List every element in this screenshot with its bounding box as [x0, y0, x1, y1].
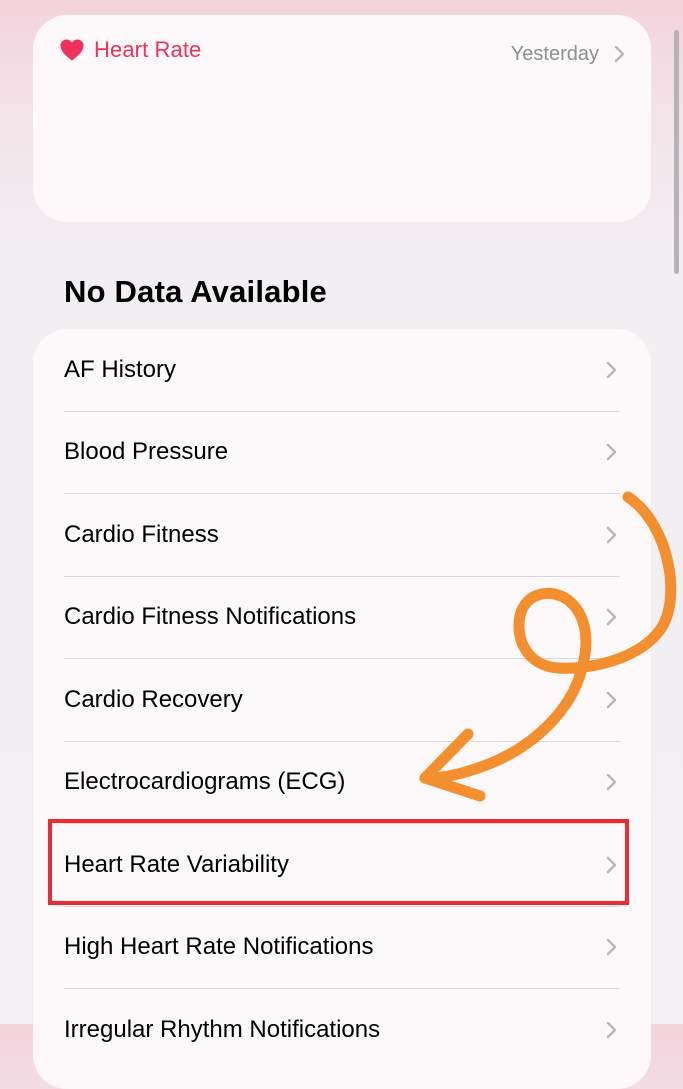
list-item-heart-rate-variability[interactable]: Heart Rate Variability [33, 824, 651, 907]
date-label: Yesterday [510, 43, 599, 65]
chevron-right-icon [606, 938, 617, 956]
list-item-label: High Heart Rate Notifications [64, 933, 374, 960]
list-item-label: Blood Pressure [64, 438, 229, 465]
section-title: No Data Available [64, 274, 327, 309]
list-item-label: AF History [64, 356, 177, 383]
chevron-right-icon [606, 856, 617, 874]
no-data-list: AF History Blood Pressure Cardio Fitness… [33, 329, 651, 1089]
list-item-label: Cardio Fitness [64, 521, 219, 548]
list-item-label: Cardio Fitness Notifications [64, 603, 357, 630]
list-item-irregular-rhythm-notifications[interactable]: Irregular Rhythm Notifications [33, 989, 651, 1072]
chevron-right-icon [606, 443, 617, 461]
list-item-af-history[interactable]: AF History [33, 329, 651, 412]
list-item-label: Irregular Rhythm Notifications [64, 1016, 381, 1043]
heart-icon [60, 39, 84, 61]
chevron-right-icon [606, 361, 617, 379]
chevron-right-icon [606, 691, 617, 709]
list-item-high-heart-rate-notifications[interactable]: High Heart Rate Notifications [33, 906, 651, 989]
heart-rate-card[interactable]: Heart Rate Yesterday [33, 15, 651, 222]
list-item-blood-pressure[interactable]: Blood Pressure [33, 411, 651, 494]
list-item-label: Electrocardiograms (ECG) [64, 768, 346, 795]
heart-rate-title: Heart Rate [94, 37, 202, 62]
heart-rate-header: Heart Rate [60, 37, 201, 63]
list-item-electrocardiograms[interactable]: Electrocardiograms (ECG) [33, 741, 651, 824]
chevron-right-icon [606, 773, 617, 791]
list-item-cardio-fitness-notifications[interactable]: Cardio Fitness Notifications [33, 576, 651, 659]
chevron-right-icon [606, 526, 617, 544]
list-item-label: Heart Rate Variability [64, 851, 289, 878]
chevron-right-icon [614, 45, 625, 63]
list-item-cardio-recovery[interactable]: Cardio Recovery [33, 659, 651, 742]
list-item-cardio-fitness[interactable]: Cardio Fitness [33, 494, 651, 577]
scroll-indicator[interactable] [674, 30, 679, 274]
list-item-label: Cardio Recovery [64, 686, 243, 713]
chevron-right-icon [606, 608, 617, 626]
